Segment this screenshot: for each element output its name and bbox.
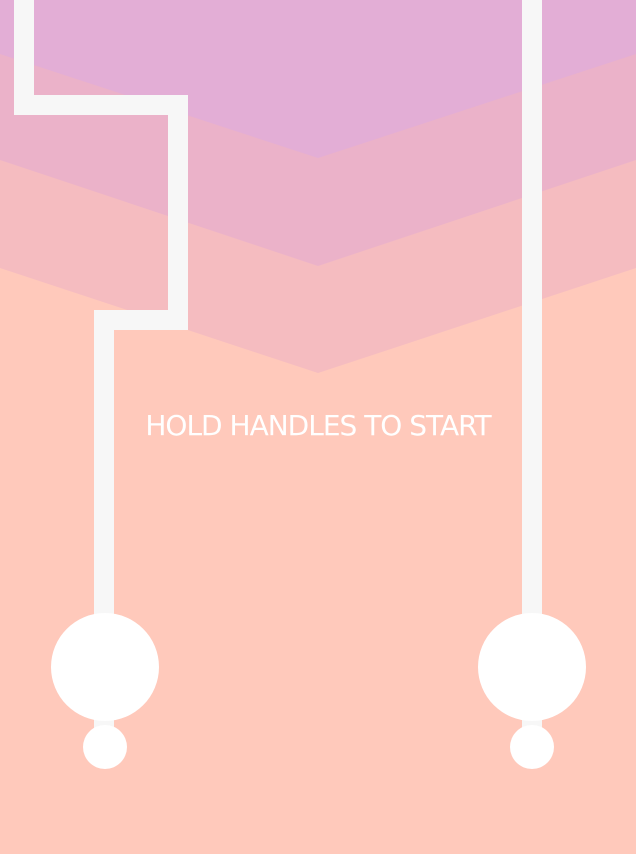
left-handle[interactable] — [51, 613, 159, 721]
left-handle-knob[interactable] — [83, 725, 127, 769]
right-handle[interactable] — [478, 613, 586, 721]
game-screen: HOLD HANDLES TO START — [0, 0, 636, 854]
right-handle-knob[interactable] — [510, 725, 554, 769]
start-prompt: HOLD HANDLES TO START — [145, 409, 491, 442]
